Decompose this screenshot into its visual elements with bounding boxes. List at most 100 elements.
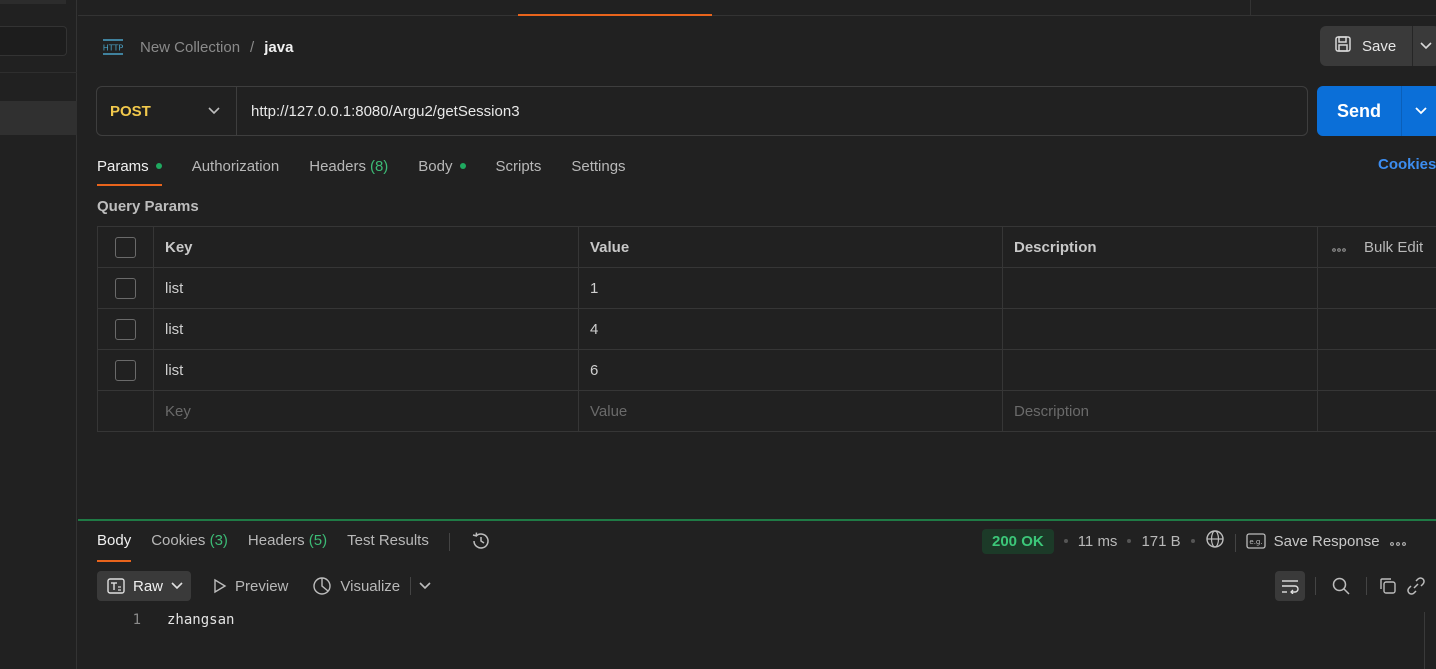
param-value-cell[interactable]: 1 <box>578 267 1003 309</box>
param-description-cell[interactable] <box>1002 349 1318 391</box>
send-button[interactable]: Send <box>1317 86 1401 136</box>
breadcrumb-collection[interactable]: New Collection <box>140 39 240 56</box>
link-icon <box>1407 577 1425 595</box>
response-scrollbar[interactable] <box>1424 612 1425 669</box>
param-key-cell[interactable]: list <box>153 349 579 391</box>
visualize-options-button[interactable] <box>419 582 431 590</box>
preview-label: Preview <box>235 577 289 595</box>
response-tab-headers-count: (5) <box>308 532 328 549</box>
param-value-cell[interactable]: 4 <box>578 308 1003 350</box>
save-response-button[interactable]: e.g. Save Response <box>1245 532 1380 550</box>
select-all-checkbox[interactable] <box>115 236 136 258</box>
visualize-button[interactable]: Visualize <box>302 571 410 601</box>
status-badge[interactable]: 200 OK <box>982 528 1054 554</box>
send-options-button[interactable] <box>1402 86 1436 136</box>
sidebar-search-input[interactable] <box>0 26 67 56</box>
response-time[interactable]: 11 ms <box>1078 533 1118 550</box>
row-checkbox[interactable] <box>115 359 136 381</box>
http-icon: HTTP <box>100 36 126 58</box>
active-tab-indicator[interactable] <box>518 14 712 16</box>
response-tab-body[interactable]: Body <box>97 530 132 562</box>
sidebar-divider <box>0 72 77 73</box>
response-tab-headers[interactable]: Headers (5) <box>248 530 327 562</box>
response-tab-test-results[interactable]: Test Results <box>347 530 429 562</box>
meta-separator-dot <box>1127 539 1132 543</box>
toolbar-divider <box>410 577 412 595</box>
tab-headers-label: Headers <box>309 157 366 175</box>
tab-headers[interactable]: Headers (8) <box>309 154 388 186</box>
globe-icon[interactable] <box>1205 529 1225 553</box>
actions-divider <box>1315 577 1316 595</box>
history-icon[interactable] <box>470 530 492 556</box>
search-button[interactable] <box>1326 571 1356 601</box>
new-description-input[interactable]: Description <box>1002 390 1318 432</box>
actions-divider <box>1366 577 1367 595</box>
param-key-cell[interactable]: list <box>153 308 579 350</box>
save-button[interactable]: Save <box>1320 26 1412 66</box>
save-button-group: Save <box>1320 26 1436 66</box>
breadcrumb-request-name[interactable]: java <box>264 39 293 56</box>
response-size[interactable]: 171 B <box>1141 533 1180 550</box>
param-extra-cell <box>1317 349 1436 391</box>
meta-separator-dot <box>1190 539 1195 543</box>
chevron-down-icon <box>1415 107 1427 115</box>
save-response-label: Save Response <box>1273 532 1380 550</box>
query-params-table: Key Value Description Bulk Edit list 1 l… <box>97 226 1436 432</box>
new-value-input[interactable]: Value <box>578 390 1003 432</box>
more-options-icon[interactable] <box>1332 239 1346 256</box>
request-tab-bar <box>78 0 1436 16</box>
preview-button[interactable]: Preview <box>203 571 298 601</box>
new-key-input[interactable]: Key <box>153 390 579 432</box>
url-bar: POST <box>96 86 1308 136</box>
sidebar-top-tab[interactable] <box>0 0 66 4</box>
response-tabs: Body Cookies (3) Headers (5) Test Result… <box>97 530 492 562</box>
method-select[interactable]: POST <box>97 87 237 135</box>
param-extra-cell <box>1317 308 1436 350</box>
bulk-edit-button[interactable]: Bulk Edit <box>1364 239 1423 256</box>
tab-params[interactable]: Params <box>97 154 162 186</box>
tab-authorization-label: Authorization <box>191 157 280 175</box>
param-description-cell[interactable] <box>1002 308 1318 350</box>
line-content[interactable]: zhangsan <box>167 612 234 628</box>
left-sidebar <box>0 0 77 669</box>
send-button-group: Send <box>1317 86 1436 136</box>
tab-body-label: Body <box>418 157 453 175</box>
param-value-cell[interactable]: 6 <box>578 349 1003 391</box>
param-key-cell[interactable]: list <box>153 267 579 309</box>
column-header-description: Description <box>1002 226 1318 268</box>
save-options-button[interactable] <box>1413 26 1436 66</box>
tab-authorization[interactable]: Authorization <box>192 154 280 186</box>
tab-scripts-label: Scripts <box>495 157 542 175</box>
row-checkbox-cell <box>97 349 154 391</box>
meta-divider <box>1234 533 1236 552</box>
more-options-icon[interactable] <box>1389 533 1406 550</box>
response-tab-cookies[interactable]: Cookies (3) <box>151 530 228 562</box>
visualize-icon <box>313 577 332 595</box>
format-select[interactable]: Raw <box>97 571 192 601</box>
row-checkbox[interactable] <box>115 277 136 299</box>
row-checkbox[interactable] <box>115 318 136 340</box>
visualize-label: Visualize <box>340 577 401 595</box>
cookies-link[interactable]: Cookies <box>1378 156 1436 173</box>
param-description-cell[interactable] <box>1002 267 1318 309</box>
table-row-new: Key Value Description <box>97 390 1436 432</box>
response-meta: 200 OK 11 ms 171 B e.g. Save Response <box>982 528 1406 554</box>
tab-params-label: Params <box>97 157 149 175</box>
params-indicator-dot <box>155 163 162 169</box>
tab-scripts[interactable]: Scripts <box>496 154 542 186</box>
response-tab-headers-label: Headers <box>247 532 305 549</box>
copy-button[interactable] <box>1373 571 1403 601</box>
response-panel-divider[interactable] <box>78 519 1436 521</box>
url-input[interactable] <box>237 87 1307 135</box>
breadcrumb: HTTP New Collection / java <box>100 34 294 60</box>
table-row: list 4 <box>97 308 1436 350</box>
wrap-lines-button[interactable] <box>1275 571 1305 601</box>
tab-body[interactable]: Body <box>418 154 466 186</box>
method-label: POST <box>110 102 151 120</box>
response-tab-cookies-label: Cookies <box>151 532 206 549</box>
response-tab-cookies-count: (3) <box>209 532 228 549</box>
format-label: Raw <box>133 577 164 595</box>
link-button[interactable] <box>1405 571 1427 601</box>
sidebar-item-active[interactable] <box>0 101 77 135</box>
tab-settings[interactable]: Settings <box>571 154 625 186</box>
